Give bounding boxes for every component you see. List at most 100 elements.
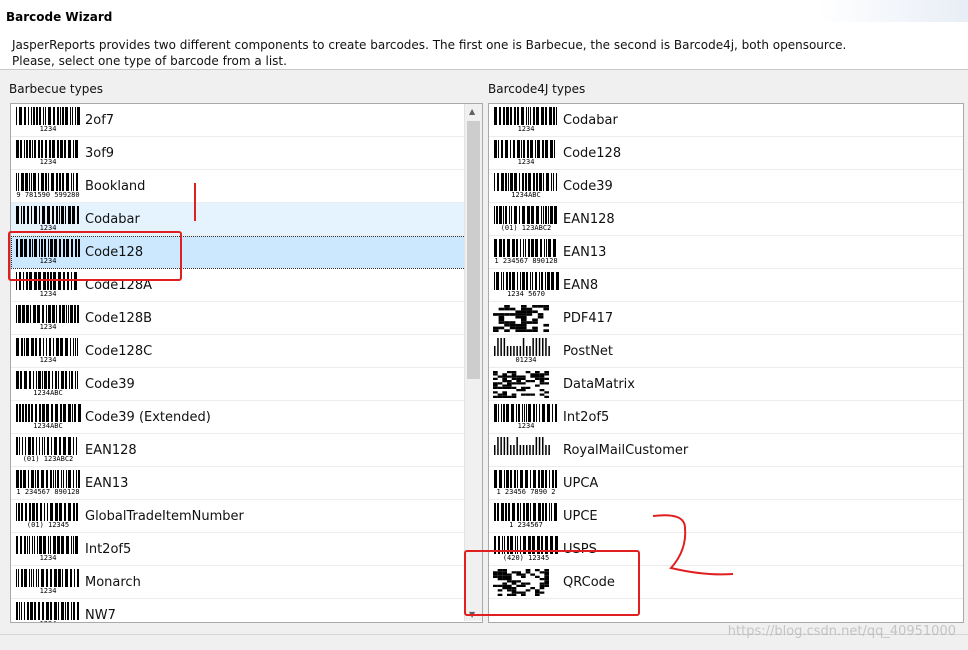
barcode-preview-icon: 1 234567 890128: [493, 238, 559, 267]
barcode-type-label: GlobalTradeItemNumber: [85, 508, 244, 524]
barcode-type-label: NW7: [85, 607, 116, 623]
barcode-type-label: RoyalMailCustomer: [563, 442, 689, 458]
barcode-type-label: Code128: [563, 145, 622, 161]
barbecue-item-monarch[interactable]: 1234 Monarch: [11, 566, 482, 599]
barcode-preview-icon: (01) 12345: [15, 502, 81, 531]
barbecue-item-nw7[interactable]: 1234 NW7: [11, 599, 482, 623]
barcode-type-label: DataMatrix: [563, 376, 635, 392]
barcode-type-label: Bookland: [85, 178, 146, 194]
barcode-digits: (01) 123ABC2: [500, 223, 552, 232]
barcode-type-label: Code39: [563, 178, 613, 194]
barcode4j-item-codabar[interactable]: 1234 Codabar: [489, 104, 963, 137]
barcode-digits: 1 234567 890128: [494, 256, 558, 265]
barcode-type-label: EAN8: [563, 277, 599, 293]
barcode-type-label: UPCE: [563, 508, 598, 524]
barcode-digits: 1 23456 7890 2: [496, 487, 556, 496]
barcode-preview-icon: 1234 5670: [493, 271, 559, 300]
barcode4j-item-ean128[interactable]: (01) 123ABC2 EAN128: [489, 203, 963, 236]
barcode-type-label: EAN13: [85, 475, 129, 491]
scroll-thumb[interactable]: [467, 121, 480, 379]
barcode-digits: 1234: [517, 124, 535, 133]
barcode-digits: 1 234567 890128: [16, 487, 80, 496]
watermark-text: https://blog.csdn.net/qq_40951000: [727, 624, 956, 639]
barcode-type-label: EAN128: [85, 442, 137, 458]
barbecue-item-bookland[interactable]: 9 781590 599280 Bookland: [11, 170, 482, 203]
wizard-description: JasperReports provides two different com…: [12, 37, 846, 69]
barcode-preview-icon: [493, 370, 559, 399]
barcode-preview-icon: (01) 123ABC2: [15, 436, 81, 465]
barcode4j-item-postnet[interactable]: 01234 PostNet: [489, 335, 963, 368]
barcode-preview-icon: 01234: [493, 337, 559, 366]
scroll-up-arrow-icon[interactable]: ▲: [469, 107, 475, 116]
barcode-type-label: 3of9: [85, 145, 115, 161]
barcode-preview-icon: 1234: [15, 106, 81, 135]
barcode-digits: 1234: [39, 124, 57, 133]
barcode-type-label: Code128B: [85, 310, 153, 326]
barbecue-item-code128c[interactable]: 1234 Code128C: [11, 335, 482, 368]
barcode-preview-icon: 1234: [15, 337, 81, 366]
barcode-type-label: EAN13: [563, 244, 607, 260]
barcode-digits: 1234ABC: [511, 190, 541, 199]
barcode-type-label: Int2of5: [563, 409, 610, 425]
annotation-box-qrcode: [464, 550, 640, 616]
barcode4j-item-ean13[interactable]: 1 234567 890128 EAN13: [489, 236, 963, 269]
barcode4j-item-int2of5[interactable]: 1234 Int2of5: [489, 401, 963, 434]
barcode4j-item-ean8[interactable]: 1234 5670 EAN8: [489, 269, 963, 302]
barcode-digits: 1234: [517, 157, 535, 166]
barcode-digits: 1234ABC: [33, 388, 63, 397]
barcode-type-label: Codabar: [563, 112, 618, 128]
barcode4j-item-royalmailcustomer[interactable]: RoyalMailCustomer: [489, 434, 963, 467]
barcode-type-label: Int2of5: [85, 541, 132, 557]
barcode4j-item-upca[interactable]: 1 23456 7890 2 UPCA: [489, 467, 963, 500]
barcode-digits: 1234ABC: [33, 421, 63, 430]
barcode-preview-icon: 9 781590 599280: [15, 172, 81, 201]
barcode-preview-icon: 1234: [15, 139, 81, 168]
barcode-preview-icon: 1234ABC: [15, 403, 81, 432]
barbecue-item-ean13[interactable]: 1 234567 890128 EAN13: [11, 467, 482, 500]
annotation-mark-1: [194, 183, 196, 221]
barbecue-item-code39[interactable]: 1234ABC Code39: [11, 368, 482, 401]
barcode4j-item-code128[interactable]: 1234 Code128: [489, 137, 963, 170]
barbecue-item-code128b[interactable]: 1234 Code128B: [11, 302, 482, 335]
barcode-preview-icon: 1 23456 7890 2: [493, 469, 559, 498]
barbecue-item-ean128[interactable]: (01) 123ABC2 EAN128: [11, 434, 482, 467]
barcode-digits: 9 781590 599280: [16, 190, 80, 199]
description-line-2: Please, select one type of barcode from …: [12, 54, 287, 68]
barcode4j-item-code39[interactable]: 1234ABC Code39: [489, 170, 963, 203]
barcode-digits: 1234: [15, 620, 81, 623]
barcode-digits: 1234: [39, 322, 57, 331]
barcode-type-label: Monarch: [85, 574, 141, 590]
header-banner-gradient: [818, 0, 968, 22]
barcode-digits: 1234: [39, 355, 57, 364]
barcode-preview-icon: 1234ABC: [15, 370, 81, 399]
barcode-digits: 1234: [39, 157, 57, 166]
barbecue-item-3of9[interactable]: 1234 3of9: [11, 137, 482, 170]
barcode-type-label: 2of7: [85, 112, 115, 128]
barcode-preview-icon: 1 234567 890128: [15, 469, 81, 498]
barcode-preview-icon: [493, 304, 559, 333]
barcode-preview-icon: 1234: [15, 568, 81, 597]
barbecue-types-label: Barbecue types: [9, 82, 103, 96]
barcode4j-item-pdf417[interactable]: PDF417: [489, 302, 963, 335]
barcode4j-item-datamatrix[interactable]: DataMatrix: [489, 368, 963, 401]
barbecue-item-int2of5[interactable]: 1234 Int2of5: [11, 533, 482, 566]
barcode-preview-icon: 1234: [15, 601, 81, 623]
barbecue-item-2of7[interactable]: 1234 2of7: [11, 104, 482, 137]
barcode-preview-icon: [493, 436, 559, 465]
barcode-digits: 1234: [39, 289, 57, 298]
barbecue-types-list[interactable]: 1234 2of7 1234 3of9 9 781590 599280 Bookland 1…: [10, 103, 483, 623]
barbecue-list-scrollbar[interactable]: ▲ ▼: [464, 104, 482, 621]
barcode-digits: (01) 123ABC2: [22, 454, 74, 463]
barcode-type-label: PDF417: [563, 310, 614, 326]
barcode-type-label: Code128C: [85, 343, 153, 359]
barcode-type-label: Codabar: [85, 211, 140, 227]
barcode-preview-icon: 1234: [15, 205, 81, 234]
barbecue-item-globaltradeitemnumber[interactable]: (01) 12345 GlobalTradeItemNumber: [11, 500, 482, 533]
barcode-preview-icon: 1234ABC: [493, 172, 559, 201]
barbecue-item-code39-extended[interactable]: 1234ABC Code39 (Extended): [11, 401, 482, 434]
barcode-type-label: UPCA: [563, 475, 599, 491]
barcode-digits: 01234: [515, 355, 537, 364]
barcode-digits: (01) 12345: [26, 520, 70, 529]
barcode-preview-icon: 1234: [493, 106, 559, 135]
barcode-digits: 1 234567: [509, 520, 543, 529]
